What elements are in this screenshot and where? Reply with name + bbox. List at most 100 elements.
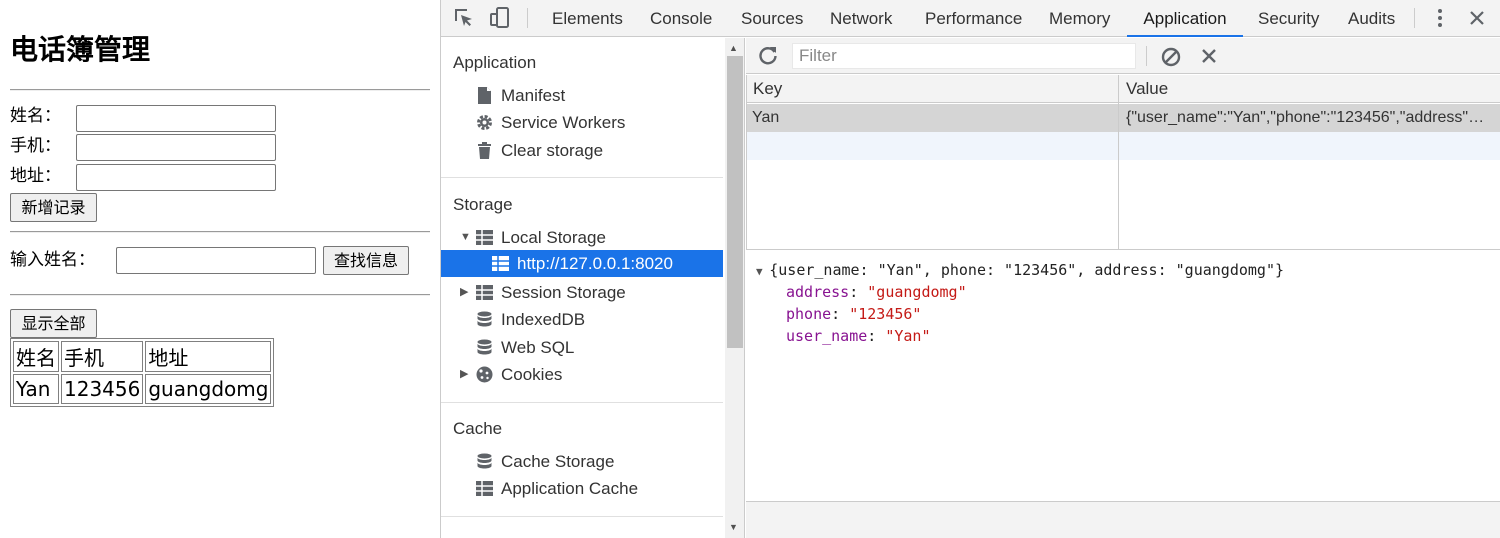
table-header-cell: 姓名 (13, 341, 59, 372)
filter-input[interactable] (792, 43, 1136, 69)
section-divider (441, 177, 723, 178)
sidebar-item-manifest[interactable]: Manifest (441, 82, 723, 109)
divider (10, 89, 430, 91)
device-toolbar-icon[interactable] (488, 6, 512, 30)
database-icon (475, 310, 494, 329)
application-sidebar: Application Manifest Service Workers Cle… (441, 38, 745, 538)
kv-table-body: Yan {"user_name":"Yan","phone":"123456",… (746, 104, 1500, 250)
section-divider (441, 402, 723, 403)
chevron-down-icon[interactable]: ▼ (460, 224, 471, 251)
sidebar-item-label: Web SQL (501, 338, 575, 357)
document-icon (475, 86, 494, 105)
preview-property: phone: "123456" (786, 305, 922, 323)
sidebar-item-label: Session Storage (501, 283, 626, 302)
scroll-up-arrow-icon[interactable]: ▲ (729, 43, 738, 53)
row-value: {"user_name":"Yan","phone":"123456","add… (1126, 109, 1486, 126)
property-key: phone (786, 305, 832, 323)
clear-all-icon[interactable] (1159, 45, 1183, 69)
devtools-toolbar: Elements Console Sources Network Perform… (441, 0, 1500, 37)
tab-network[interactable]: Network (830, 0, 892, 37)
chevron-right-icon[interactable]: ▶ (460, 279, 468, 306)
section-title-storage: Storage (453, 195, 513, 214)
sidebar-item-session-storage[interactable]: ▶ Session Storage (441, 279, 723, 306)
table-row: Yan 123456 guangdomg (13, 374, 272, 404)
status-bar (746, 501, 1500, 538)
search-button[interactable]: 查找信息 (323, 246, 409, 275)
sidebar-scrollbar-thumb[interactable] (727, 56, 743, 348)
address-input[interactable] (76, 164, 276, 191)
chevron-down-icon[interactable]: ▼ (756, 265, 769, 278)
table-cell: Yan (13, 374, 59, 404)
kv-table-header: Key Value (746, 75, 1500, 103)
sidebar-item-label: Service Workers (501, 113, 626, 132)
database-icon (475, 338, 494, 357)
table-cell: 123456 (61, 374, 144, 404)
sidebar-item-indexeddb[interactable]: IndexedDB (441, 306, 723, 333)
tab-console[interactable]: Console (650, 0, 712, 37)
tab-elements[interactable]: Elements (552, 0, 623, 37)
sidebar-item-cache-storage[interactable]: Cache Storage (441, 448, 723, 475)
search-label: 输入姓名： (10, 250, 95, 270)
sidebar-item-label: Local Storage (501, 228, 606, 247)
sidebar-item-local-storage-origin[interactable]: http://127.0.0.1:8020 (441, 250, 723, 277)
inspect-element-icon[interactable] (452, 6, 476, 30)
tab-audits[interactable]: Audits (1348, 0, 1395, 37)
sidebar-item-label: http://127.0.0.1:8020 (517, 254, 673, 273)
sidebar-item-cookies[interactable]: ▶ Cookies (441, 361, 723, 388)
tab-sources[interactable]: Sources (741, 0, 803, 37)
sidebar-item-service-workers[interactable]: Service Workers (441, 109, 723, 136)
sidebar-item-label: IndexedDB (501, 310, 586, 329)
add-record-button[interactable]: 新增记录 (10, 193, 97, 222)
table-grid-icon (491, 254, 510, 273)
tab-security[interactable]: Security (1258, 0, 1319, 37)
phonebook-table: 姓名 手机 地址 Yan 123456 guangdomg (10, 338, 275, 407)
sidebar-item-label: Application Cache (501, 479, 639, 498)
sidebar-item-label: Cookies (501, 365, 563, 384)
table-row[interactable] (746, 132, 1500, 160)
table-grid-icon (475, 283, 494, 302)
phone-input[interactable] (76, 134, 276, 161)
row-key: Yan (752, 109, 780, 126)
table-row[interactable]: Yan {"user_name":"Yan","phone":"123456",… (746, 104, 1500, 132)
table-header-cell: 手机 (61, 341, 144, 372)
property-key: address (786, 283, 850, 301)
key-column-header[interactable]: Key (753, 79, 782, 99)
section-divider (441, 516, 723, 517)
toolbar-separator (527, 8, 528, 28)
close-devtools-icon[interactable] (1465, 6, 1489, 30)
delete-selected-icon[interactable] (1197, 44, 1221, 68)
table-cell: guangdomg (145, 374, 272, 404)
cookie-icon (475, 365, 494, 384)
search-name-input[interactable] (116, 247, 316, 274)
table-grid-icon (475, 479, 494, 498)
web-page: 电话簿管理 姓名： 手机： 地址： 新增记录 输入姓名： 查找信息 显示全部 姓… (0, 0, 440, 538)
gear-icon (475, 113, 494, 132)
value-column-header[interactable]: Value (1126, 79, 1168, 99)
tab-application[interactable]: Application (1127, 0, 1243, 37)
sidebar-item-clear-storage[interactable]: Clear storage (441, 137, 723, 164)
preview-summary[interactable]: ▼ {user_name: "Yan", phone: "123456", ad… (756, 261, 1284, 279)
chevron-right-icon[interactable]: ▶ (460, 361, 468, 388)
toolbar-separator (1414, 8, 1415, 28)
more-options-icon[interactable] (1428, 6, 1452, 30)
toolbar-separator (1146, 46, 1147, 66)
trash-icon (475, 141, 494, 160)
property-value: "123456" (849, 305, 922, 323)
sidebar-item-label: Clear storage (501, 141, 604, 160)
name-input[interactable] (76, 105, 276, 132)
tab-performance[interactable]: Performance (925, 0, 1022, 37)
sidebar-item-local-storage[interactable]: ▼ Local Storage (441, 224, 723, 251)
sidebar-item-label: Cache Storage (501, 452, 615, 471)
scroll-down-arrow-icon[interactable]: ▼ (729, 522, 738, 532)
column-divider (746, 75, 747, 250)
tab-memory[interactable]: Memory (1049, 0, 1110, 37)
show-all-button[interactable]: 显示全部 (10, 309, 97, 338)
refresh-icon[interactable] (756, 44, 780, 68)
column-divider[interactable] (1118, 75, 1119, 250)
preview-property: address: "guangdomg" (786, 283, 967, 301)
section-title-cache: Cache (453, 419, 503, 438)
section-title-application: Application (453, 53, 537, 72)
sidebar-item-application-cache[interactable]: Application Cache (441, 475, 723, 502)
sidebar-item-label: Manifest (501, 86, 566, 105)
sidebar-item-web-sql[interactable]: Web SQL (441, 334, 723, 361)
